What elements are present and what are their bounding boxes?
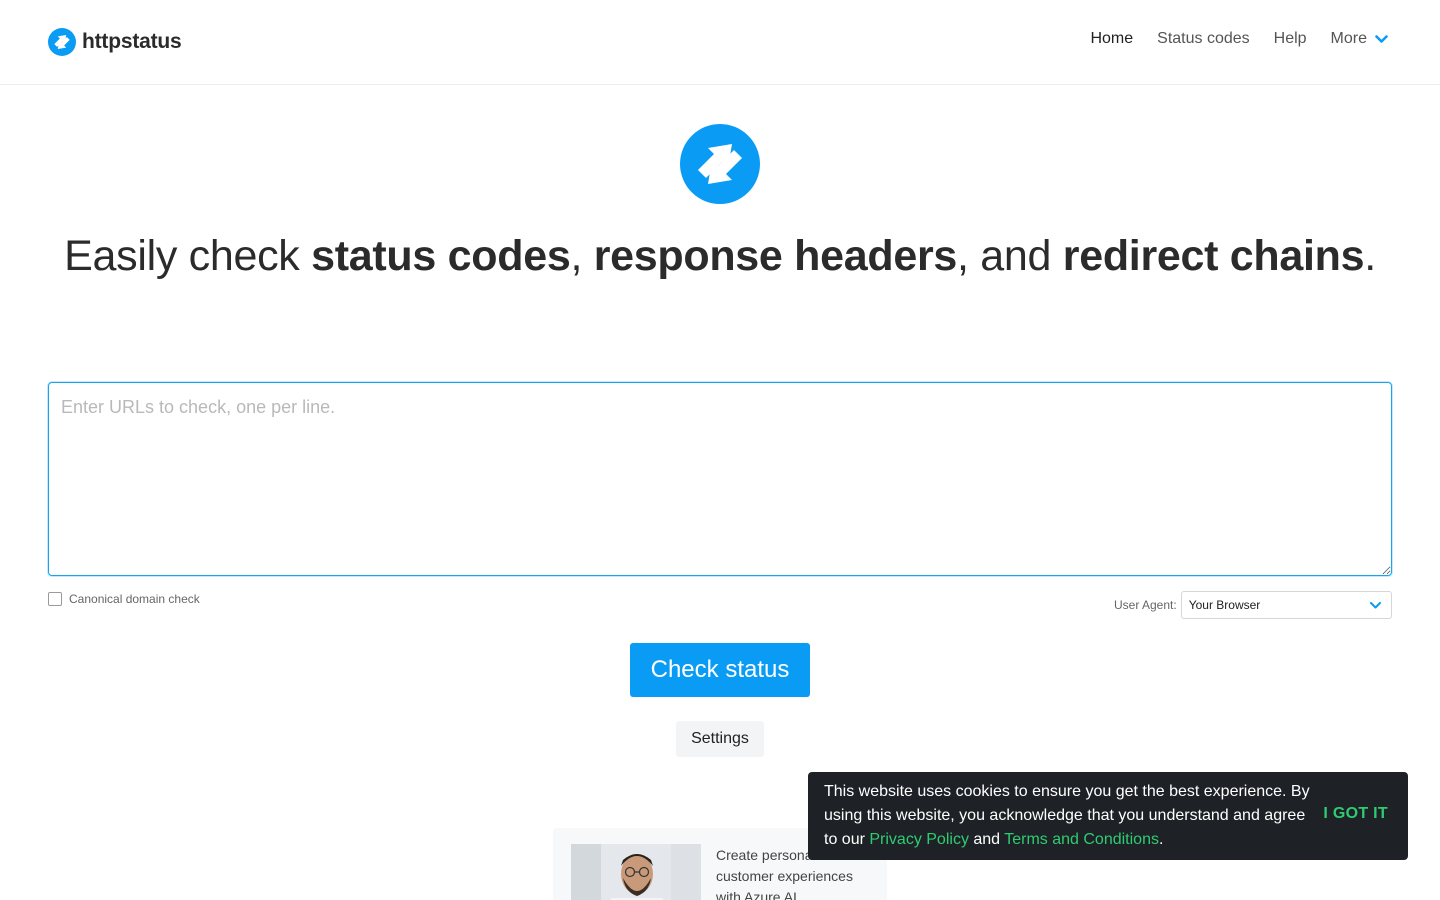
privacy-policy-link[interactable]: Privacy Policy [869, 831, 969, 848]
cookie-and: and [968, 831, 1005, 848]
arrows-logo-icon [48, 28, 76, 56]
user-agent-label: User Agent: [1114, 598, 1177, 612]
cookie-period: . [1158, 831, 1164, 848]
settings-button[interactable]: Settings [676, 721, 764, 757]
headline-sep1: , [570, 232, 594, 280]
cookie-accept-button[interactable]: I GOT IT [1323, 805, 1388, 823]
user-agent-value: Your Browser [1188, 598, 1261, 612]
cookie-banner: This website uses cookies to ensure you … [808, 772, 1408, 860]
headline-suffix: . [1364, 232, 1376, 280]
terms-link[interactable]: Terms and Conditions [1004, 831, 1159, 848]
brand-name: httpstatus [82, 30, 182, 53]
person-photo-icon [571, 844, 701, 900]
user-agent-group: User Agent: Your Browser [1114, 591, 1392, 619]
headline-status-codes: status codes [311, 232, 571, 280]
check-status-button[interactable]: Check status [630, 643, 810, 697]
arrows-logo-icon [680, 124, 760, 204]
site-header: httpstatus Home Status codes Help More [0, 0, 1440, 85]
nav-status-codes[interactable]: Status codes [1157, 30, 1250, 48]
user-agent-select[interactable]: Your Browser [1180, 591, 1392, 619]
brand-link[interactable]: httpstatus [48, 28, 182, 56]
headline-response-headers: response headers [593, 232, 958, 280]
nav-home[interactable]: Home [1090, 30, 1133, 48]
page-headline: Easily check status codes, response head… [0, 232, 1440, 281]
canonical-checkbox[interactable] [48, 592, 62, 606]
nav-help[interactable]: Help [1274, 30, 1307, 48]
main-nav: Home Status codes Help More [1090, 30, 1388, 48]
headline-redirect-chains: redirect chains [1062, 232, 1365, 280]
canonical-domain-check[interactable]: Canonical domain check [48, 592, 200, 606]
chevron-down-icon [1369, 602, 1381, 609]
nav-more-label: More [1330, 30, 1367, 47]
url-input[interactable] [48, 382, 1392, 576]
canonical-label: Canonical domain check [69, 592, 200, 606]
chevron-down-icon [1375, 34, 1388, 43]
headline-prefix: Easily check [64, 232, 312, 280]
ad-image [571, 844, 701, 900]
headline-sep2: , and [957, 232, 1063, 280]
nav-more[interactable]: More [1331, 30, 1388, 48]
cookie-text: This website uses cookies to ensure you … [824, 780, 1314, 852]
